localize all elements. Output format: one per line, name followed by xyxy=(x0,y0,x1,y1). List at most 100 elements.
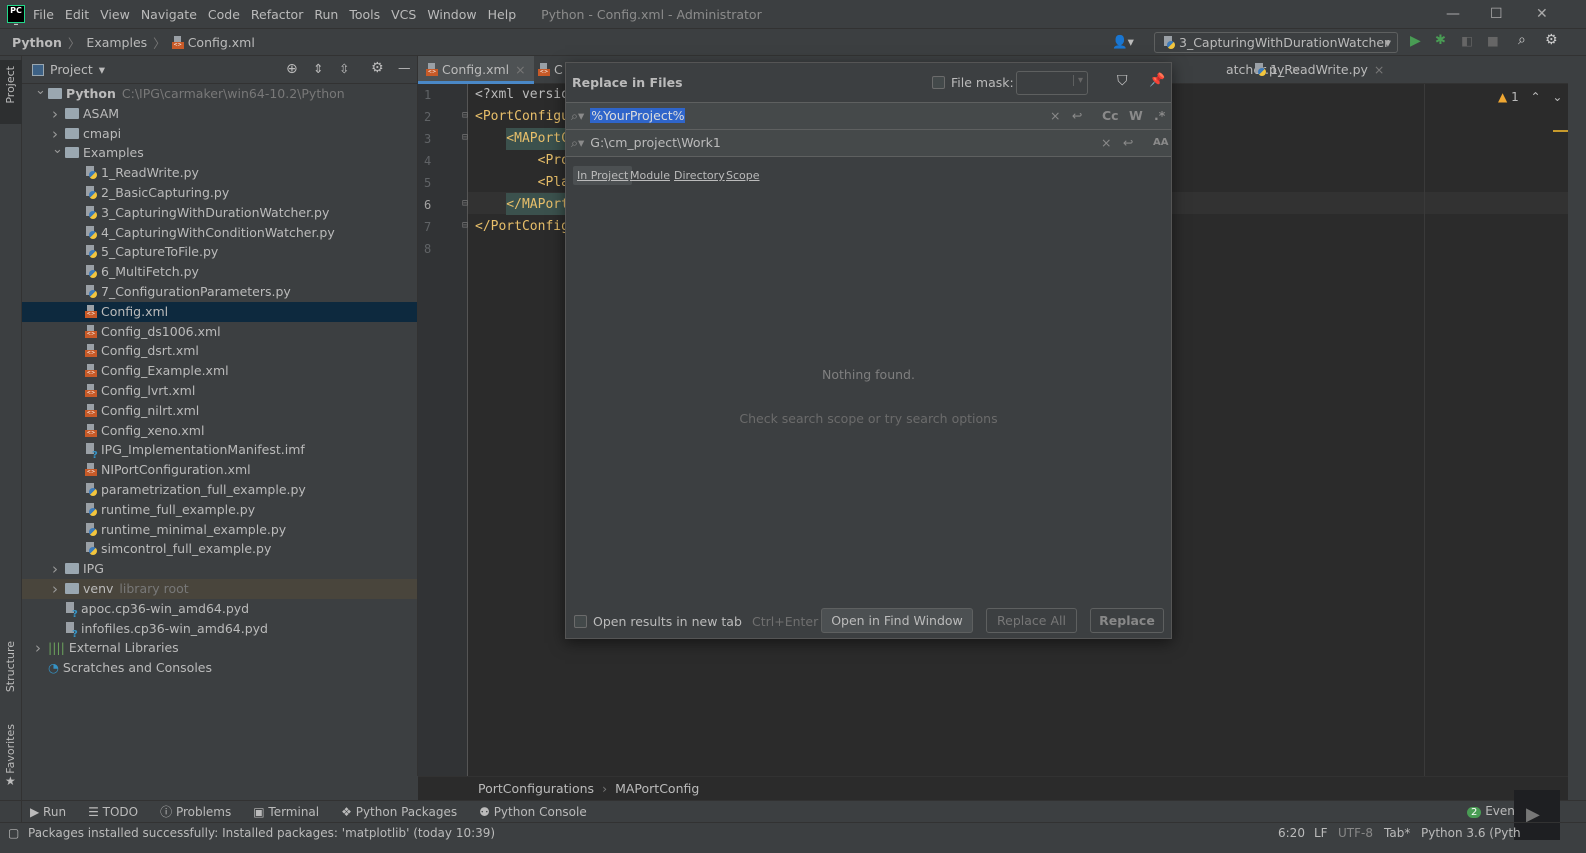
tree-item[interactable]: apoc.cp36-win_amd64.pyd xyxy=(22,599,417,625)
chevron-down-icon[interactable]: ▾ xyxy=(1072,75,1083,86)
filter-icon[interactable]: ⛉ xyxy=(1117,73,1128,89)
tree-item[interactable]: 7_ConfigurationParameters.py xyxy=(22,282,417,302)
scope-in-project[interactable]: In Project xyxy=(573,166,633,185)
fold-icon[interactable]: ⊟ xyxy=(462,132,468,143)
tree-item[interactable]: ⌄ Examples xyxy=(22,142,417,163)
tree-item[interactable]: › venv library root xyxy=(22,579,417,599)
breadcrumb-project[interactable]: Python xyxy=(12,35,62,50)
crumb-maportconfig[interactable]: MAPortConfig xyxy=(615,781,699,796)
replace-all-button[interactable]: Replace All xyxy=(986,608,1077,633)
replace-input[interactable]: G:\cm_project\Work1 xyxy=(590,135,721,150)
debug-icon[interactable]: ✱ xyxy=(1435,33,1446,48)
chevron-right-icon[interactable]: › xyxy=(52,559,58,579)
menu-file[interactable]: File xyxy=(33,7,54,22)
close-tab-icon[interactable]: × xyxy=(1374,62,1384,77)
coverage-icon[interactable]: ◧ xyxy=(1461,33,1473,48)
line-separator[interactable]: LF xyxy=(1314,823,1328,843)
file-mask-option[interactable]: File mask: xyxy=(932,75,1014,90)
menu-view[interactable]: View xyxy=(100,7,130,22)
replace-button[interactable]: Replace xyxy=(1090,608,1164,633)
search-field[interactable]: ⌕▾ %YourProject% × ↩ Cc W .* xyxy=(566,102,1171,129)
project-tool-button[interactable]: Project xyxy=(4,66,17,104)
open-new-tab-option[interactable]: Open results in new tab xyxy=(574,614,742,629)
status-toggle-icon[interactable]: ▢ xyxy=(8,823,19,843)
chevron-down-icon[interactable]: ▾ xyxy=(99,62,105,77)
fold-icon[interactable]: ⊟ xyxy=(462,110,468,121)
menu-refactor[interactable]: Refactor xyxy=(251,7,303,22)
chevron-right-icon[interactable]: › xyxy=(35,638,41,658)
file-mask-combo[interactable]: ▾ xyxy=(1016,71,1088,95)
regex-toggle[interactable]: .* xyxy=(1154,103,1165,129)
event-log-button[interactable]: 2 Event xyxy=(1467,804,1520,818)
indent[interactable]: Tab* xyxy=(1384,823,1410,843)
chevron-right-icon[interactable]: › xyxy=(52,579,58,599)
tool-window-terminal[interactable]: ▣ Terminal xyxy=(253,805,319,819)
scope-custom[interactable]: Scope xyxy=(726,169,760,182)
editor-tab[interactable]: 1_ReadWrite.py × xyxy=(1246,56,1392,84)
error-stripe-mark[interactable] xyxy=(1553,130,1568,132)
menu-help[interactable]: Help xyxy=(488,7,517,22)
menu-run[interactable]: Run xyxy=(314,7,338,22)
scope-directory[interactable]: Directory xyxy=(674,169,725,182)
menu-code[interactable]: Code xyxy=(208,7,240,22)
tool-window-python-packages[interactable]: ❖ Python Packages xyxy=(341,805,457,819)
tree-item[interactable]: infofiles.cp36-win_amd64.pyd xyxy=(22,619,417,645)
tree-item[interactable]: Config.xml xyxy=(22,301,417,322)
user-icon[interactable]: 👤▾ xyxy=(1112,34,1134,50)
expand-all-icon[interactable]: ⇕ xyxy=(313,61,323,76)
minimize-button[interactable]: — xyxy=(1446,6,1460,22)
tree-item[interactable]: › cmapi xyxy=(22,124,417,144)
editor-tab[interactable]: Config.xml × xyxy=(418,56,534,84)
menu-vcs[interactable]: VCS xyxy=(391,7,416,22)
open-new-tab-checkbox[interactable] xyxy=(574,615,587,628)
favorites-tool-button[interactable]: Favorites xyxy=(4,724,17,774)
new-line-icon[interactable]: ↩ xyxy=(1072,103,1082,129)
menu-tools[interactable]: Tools xyxy=(349,7,380,22)
clear-icon[interactable]: × xyxy=(1050,103,1060,129)
tool-window-problems[interactable]: ⓘ Problems xyxy=(160,803,231,820)
close-window-button[interactable]: ✕ xyxy=(1536,6,1548,22)
tree-item[interactable]: › IPG xyxy=(22,559,417,579)
tree-item[interactable]: › ASAM xyxy=(22,104,417,124)
run-icon[interactable]: ▶ xyxy=(1410,33,1421,49)
structure-tool-button[interactable]: Structure xyxy=(4,641,17,692)
status-message[interactable]: Packages installed successfully: Install… xyxy=(28,826,495,840)
chevron-right-icon[interactable]: › xyxy=(52,104,58,124)
new-line-icon[interactable]: ↩ xyxy=(1123,130,1133,156)
tree-item[interactable]: Config_xeno.xml xyxy=(22,421,417,441)
interpreter[interactable]: Python 3.6 (Pyth xyxy=(1421,823,1521,843)
clear-icon[interactable]: × xyxy=(1101,130,1111,156)
search-input[interactable]: %YourProject% xyxy=(590,108,686,123)
tree-item[interactable]: runtime_minimal_example.py xyxy=(22,520,417,540)
tool-window-python-console[interactable]: ⚉ Python Console xyxy=(479,805,587,819)
replace-field[interactable]: ⌕▾ G:\cm_project\Work1 × ↩ AA xyxy=(566,129,1171,156)
collapse-all-icon[interactable]: ⇳ xyxy=(339,61,349,76)
pin-icon[interactable]: 📌 xyxy=(1149,73,1165,88)
open-in-find-window-button[interactable]: Open in Find Window xyxy=(821,608,973,633)
gear-icon[interactable]: ⚙ xyxy=(371,60,384,76)
tree-item[interactable]: Config_lvrt.xml xyxy=(22,381,417,401)
maximize-button[interactable]: ☐ xyxy=(1490,6,1503,22)
search-icon[interactable]: ⌕ xyxy=(1518,32,1526,48)
tree-item[interactable]: ◔ Scratches and Consoles xyxy=(22,658,417,678)
chevron-down-icon[interactable]: ⌄ xyxy=(35,81,46,101)
tree-item[interactable]: parametrization_full_example.py xyxy=(22,480,417,500)
tree-item[interactable]: Config_Example.xml xyxy=(22,361,417,381)
tree-item[interactable]: 5_CaptureToFile.py xyxy=(22,242,417,262)
crumb-portconfigurations[interactable]: PortConfigurations xyxy=(478,781,594,796)
menu-window[interactable]: Window xyxy=(427,7,476,22)
warnings-indicator[interactable]: ▲ 1 ⌃ ⌄ xyxy=(1498,90,1562,104)
menu-edit[interactable]: Edit xyxy=(65,7,89,22)
tree-item[interactable]: NIPortConfiguration.xml xyxy=(22,460,417,480)
project-view-select[interactable]: Project xyxy=(50,62,93,77)
tree-item[interactable]: 3_CapturingWithDurationWatcher.py xyxy=(22,203,417,223)
tool-window-run[interactable]: ▶ Run xyxy=(30,805,66,819)
tool-window-todo[interactable]: ☰ TODO xyxy=(88,805,138,819)
tree-item[interactable]: 2_BasicCapturing.py xyxy=(22,183,417,203)
tree-item[interactable]: 4_CapturingWithConditionWatcher.py xyxy=(22,223,417,243)
preserve-case-toggle[interactable]: AA xyxy=(1153,130,1168,156)
search-history-icon[interactable]: ⌕▾ xyxy=(571,108,584,123)
tree-item[interactable]: Config_dsrt.xml xyxy=(22,341,417,361)
tree-item[interactable]: › |||| External Libraries xyxy=(22,638,417,658)
menu-navigate[interactable]: Navigate xyxy=(141,7,197,22)
